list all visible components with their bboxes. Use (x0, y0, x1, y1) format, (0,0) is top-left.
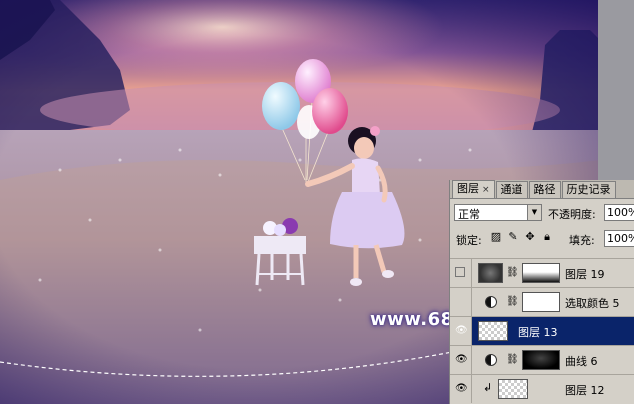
layer-row-selected[interactable]: 👁︎ 图层 13 (450, 316, 634, 345)
layers-panel: 图层× 通道 路径 历史记录 正常 ▼ 不透明度: 100% 锁定: ▨ ✎ ✥… (449, 180, 634, 404)
eye-icon: 👁︎ (455, 325, 468, 336)
close-icon[interactable]: × (482, 185, 490, 195)
eye-icon: 👁︎ (455, 354, 468, 365)
opacity-field[interactable]: 100% (604, 204, 634, 221)
layer-mask-thumbnail (522, 263, 560, 283)
canvas-background (598, 0, 634, 181)
fill-field[interactable]: 100% (604, 230, 634, 247)
lock-move-icon[interactable]: ✥ (524, 230, 536, 244)
link-chain-icon: ⛓︎ (506, 296, 519, 307)
layer-name: 曲线 6 (565, 355, 598, 368)
link-chain-icon: ⛓︎ (506, 354, 519, 365)
lock-transparent-icon[interactable]: ▨ (490, 230, 502, 244)
layer-mask-thumbnail (522, 292, 560, 312)
lock-label: 锁定: (456, 234, 482, 247)
tab-paths-label: 路径 (533, 183, 556, 196)
layer-thumbnail (478, 321, 508, 341)
layer-name: 图层 13 (518, 326, 558, 339)
layer-row[interactable]: 👁︎ ↲ 图层 12 (450, 374, 634, 403)
blend-opacity-row: 正常 ▼ 不透明度: 100% (454, 204, 634, 224)
layer-name: 选取颜色 5 (565, 297, 620, 310)
blend-mode-select[interactable]: 正常 ▼ (454, 204, 542, 221)
tab-channels-label: 通道 (500, 183, 523, 196)
tab-history-label: 历史记录 (566, 183, 611, 196)
tab-layers-label: 图层 (457, 182, 479, 195)
layer-name: 图层 19 (565, 268, 605, 281)
layer-thumbnail (498, 379, 528, 399)
tab-channels[interactable]: 通道 (495, 181, 528, 198)
tab-paths[interactable]: 路径 (528, 181, 561, 198)
layer-row[interactable]: ⛓︎ 图层 19 (450, 258, 634, 287)
lock-icons: ▨ ✎ ✥ 🔒︎ (490, 230, 553, 244)
link-chain-icon: ⛓︎ (506, 267, 519, 278)
adjustment-layer-icon (485, 354, 497, 366)
lock-paint-icon[interactable]: ✎ (507, 230, 519, 244)
visibility-toggle[interactable] (450, 288, 472, 316)
layers-list: ⛓︎ 图层 19 ⛓︎ 选取颜色 5 👁︎ 图层 13 👁︎ ⛓︎ 曲线 6 👁… (450, 258, 634, 403)
clipping-arrow-icon: ↲ (483, 381, 493, 394)
tab-layers[interactable]: 图层 × (452, 180, 495, 198)
blend-mode-value: 正常 (458, 208, 480, 221)
layer-name: 图层 12 (565, 384, 605, 397)
eye-icon: 👁︎ (455, 383, 468, 394)
layer-row[interactable]: ⛓︎ 选取颜色 5 (450, 287, 634, 316)
layer-mask-thumbnail (522, 350, 560, 370)
fill-label: 填充: (569, 234, 595, 247)
panel-tabs: 图层 × 通道 路径 历史记录 (450, 180, 634, 199)
visibility-toggle[interactable]: 👁︎ (450, 317, 472, 345)
layer-row[interactable]: 👁︎ ⛓︎ 曲线 6 (450, 345, 634, 374)
tab-history[interactable]: 历史记录 (561, 181, 616, 198)
lock-fill-row: 锁定: ▨ ✎ ✥ 🔒︎ 填充: 100% (454, 230, 634, 250)
layer-thumbnail (478, 263, 503, 283)
chevron-down-icon[interactable]: ▼ (527, 205, 541, 220)
opacity-label: 不透明度: (548, 208, 596, 221)
adjustment-layer-icon (485, 296, 497, 308)
visibility-toggle[interactable] (450, 259, 472, 287)
lock-all-icon[interactable]: 🔒︎ (541, 230, 553, 244)
visibility-toggle[interactable]: 👁︎ (450, 375, 472, 403)
visibility-empty-box (455, 267, 465, 277)
visibility-toggle[interactable]: 👁︎ (450, 346, 472, 374)
